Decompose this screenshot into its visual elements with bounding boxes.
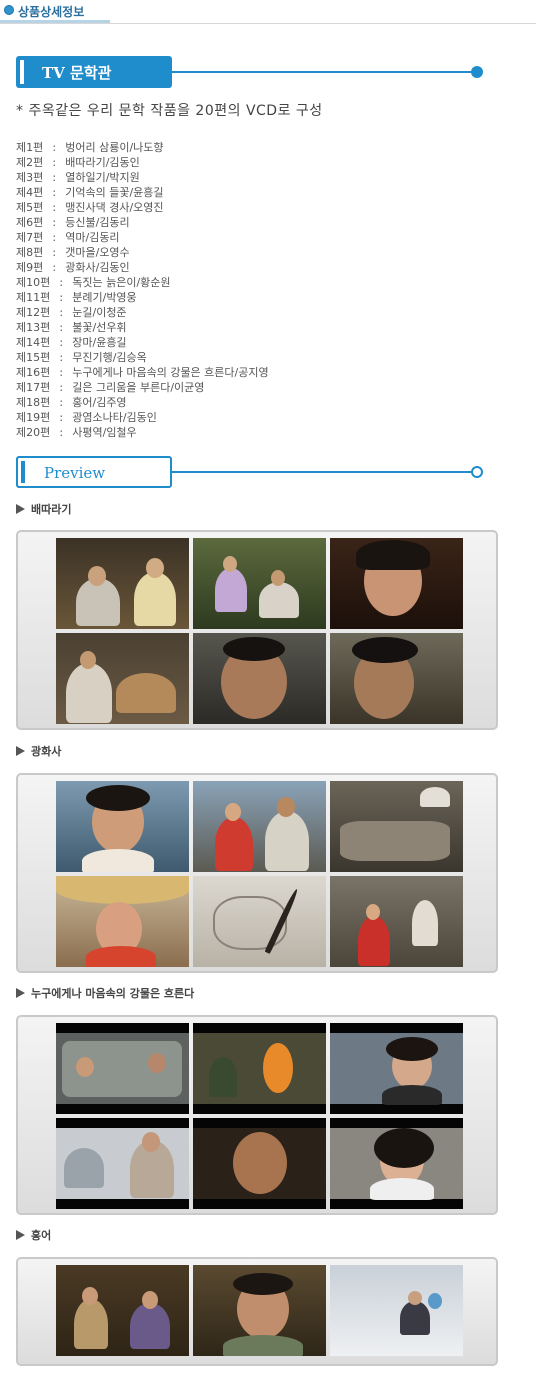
preview-title-4: 홍어 <box>16 1227 51 1243</box>
list-item: 제15편: 무진기행/김승옥 <box>16 351 147 364</box>
list-item: 제2편: 배따라기/김동인 <box>16 156 140 169</box>
header-divider <box>0 23 536 24</box>
preview-gallery-2 <box>16 773 498 973</box>
list-item: 제1편: 벙어리 삼룡이/나도향 <box>16 141 164 154</box>
banner-stripe <box>21 461 25 483</box>
preview-gallery-1 <box>16 530 498 730</box>
preview-thumbnail <box>330 1023 463 1114</box>
preview-thumbnail <box>56 633 189 724</box>
banner-stripe <box>20 60 24 84</box>
list-item: 제7편: 역마/김동리 <box>16 231 120 244</box>
banner-line <box>172 71 476 73</box>
list-item: 제8편: 갯마을/오영수 <box>16 246 130 259</box>
preview-title-3: 누구에게나 마음속의 강물은 흐른다 <box>16 985 194 1001</box>
list-item: 제14편: 장마/윤흥길 <box>16 336 127 349</box>
preview-gallery-3 <box>16 1015 498 1215</box>
preview-thumbnail <box>56 1023 189 1114</box>
series-banner: TV 문학관 <box>16 56 486 88</box>
preview-thumbnail <box>56 1118 189 1209</box>
preview-thumbnail <box>330 781 463 872</box>
list-item: 제3편: 열하일기/박지원 <box>16 171 140 184</box>
preview-thumbnail <box>330 1118 463 1209</box>
list-item: 제10편: 독짓는 늙은이/황순원 <box>16 276 171 289</box>
preview-thumbnail <box>193 1118 326 1209</box>
preview-thumbnail <box>56 538 189 629</box>
preview-thumbnail <box>330 538 463 629</box>
list-item: 제12편: 눈길/이청준 <box>16 306 127 319</box>
list-item: 제18편: 홍어/김주영 <box>16 396 127 409</box>
series-banner-label: TV 문학관 <box>42 64 112 82</box>
list-item: 제9편: 광화사/김동인 <box>16 261 130 274</box>
list-item: 제5편: 맹진사댁 경사/오영진 <box>16 201 164 214</box>
play-arrow-icon <box>16 504 25 514</box>
preview-thumbnail <box>330 633 463 724</box>
preview-title-1: 배따라기 <box>16 501 71 517</box>
preview-thumbnail <box>330 1265 463 1356</box>
preview-title-2: 광화사 <box>16 743 61 759</box>
bullet-icon <box>4 5 14 15</box>
preview-thumbnail <box>56 876 189 967</box>
preview-banner: Preview <box>16 456 486 488</box>
episode-list: 제1편: 벙어리 삼룡이/나도향 제2편: 배따라기/김동인 제3편: 열하일기/박지… <box>16 140 269 440</box>
detail-header-title: 상품상세정보 <box>18 5 85 19</box>
list-item: 제6편: 등신불/김동리 <box>16 216 130 229</box>
list-item: 제20편: 사평역/임철우 <box>16 426 137 439</box>
preview-gallery-4 <box>16 1257 498 1366</box>
list-item: 제4편: 기억속의 들꽃/윤흥길 <box>16 186 164 199</box>
list-item: 제19편: 광염소나타/김동인 <box>16 411 157 424</box>
play-arrow-icon <box>16 746 25 756</box>
play-arrow-icon <box>16 1230 25 1240</box>
banner-line <box>172 471 476 473</box>
intro-text: * 주옥같은 우리 문학 작품을 20편의 VCD로 구성 <box>16 103 323 119</box>
preview-banner-label: Preview <box>44 464 106 482</box>
preview-thumbnail <box>56 781 189 872</box>
series-banner-box: TV 문학관 <box>16 56 172 88</box>
banner-dot-icon <box>471 66 483 78</box>
preview-thumbnail <box>193 1265 326 1356</box>
list-item: 제11편: 분례기/박영웅 <box>16 291 137 304</box>
preview-thumbnail <box>193 876 326 967</box>
list-item: 제17편: 길은 그리움을 부른다/이균영 <box>16 381 205 394</box>
preview-thumbnail <box>193 538 326 629</box>
preview-thumbnail <box>56 1265 189 1356</box>
preview-thumbnail <box>193 633 326 724</box>
detail-header-tab: 상품상세정보 <box>0 0 536 26</box>
preview-thumbnail <box>193 781 326 872</box>
preview-thumbnail <box>330 876 463 967</box>
play-arrow-icon <box>16 988 25 998</box>
preview-banner-box: Preview <box>16 456 172 488</box>
list-item: 제13편: 불꽃/선우휘 <box>16 321 127 334</box>
preview-thumbnail <box>193 1023 326 1114</box>
banner-ring-icon <box>471 466 483 478</box>
list-item: 제16편: 누구에게나 마음속의 강물은 흐른다/공지영 <box>16 366 269 379</box>
